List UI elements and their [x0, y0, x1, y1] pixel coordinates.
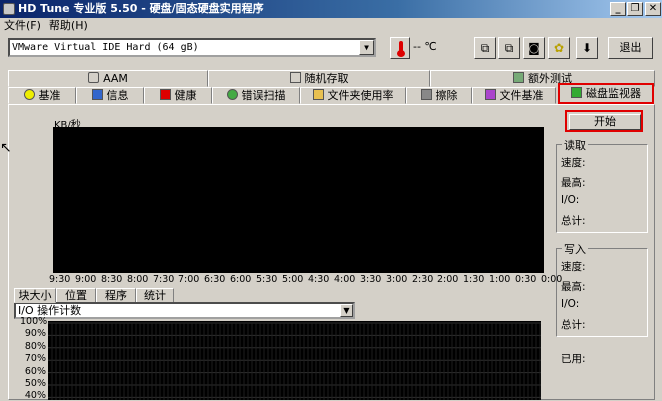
- temperature-value: -- ℃: [413, 40, 437, 53]
- drive-select[interactable]: VMware Virtual IDE Hard (64 gB) ▼: [8, 38, 376, 57]
- restore-button[interactable]: ❐: [627, 2, 643, 16]
- x-tick-label: 4:30: [308, 274, 330, 285]
- menu-help[interactable]: 帮助(H): [45, 18, 92, 34]
- x-tick-label: 0:30: [515, 274, 537, 285]
- subtab-statistics[interactable]: 统计: [136, 288, 174, 303]
- tab-info[interactable]: 信息: [76, 87, 144, 104]
- chevron-down-icon[interactable]: ▼: [340, 304, 353, 317]
- copy-screenshot-button[interactable]: ⧉: [498, 37, 520, 59]
- write-io-label: I/O:: [561, 298, 580, 310]
- subtab-block-size[interactable]: 块大小: [14, 288, 56, 303]
- menu-bar: 文件(F) 帮助(H): [0, 18, 662, 34]
- minimize-button[interactable]: _: [610, 2, 626, 16]
- x-tick-label: 4:00: [334, 274, 356, 285]
- read-group: 读取 速度: 最高: I/O: 总计:: [556, 137, 648, 233]
- x-tick-label: 6:00: [230, 274, 252, 285]
- erase-icon: [420, 89, 432, 100]
- x-tick-label: 8:00: [127, 274, 149, 285]
- camera-icon: ◙: [528, 41, 540, 55]
- x-tick-label: 7:30: [153, 274, 175, 285]
- down-arrow-icon: ⬇: [581, 41, 593, 55]
- throughput-chart: [53, 127, 544, 273]
- options-button[interactable]: ✿: [548, 37, 570, 59]
- drive-select-value: VMware Virtual IDE Hard (64 gB): [12, 42, 199, 53]
- write-total-label: 总计:: [561, 319, 586, 331]
- x-tick-label: 6:30: [204, 274, 226, 285]
- read-io-label: I/O:: [561, 194, 580, 206]
- x-tick-label: 5:00: [282, 274, 304, 285]
- tab-error-scan[interactable]: 错误扫描: [212, 87, 300, 104]
- tab-folder-usage[interactable]: 文件夹使用率: [300, 87, 406, 104]
- tab-benchmark[interactable]: 基准: [8, 87, 76, 104]
- save-button[interactable]: ⬇: [576, 37, 598, 59]
- y-tick-label: 80%: [24, 341, 46, 352]
- screenshot-button[interactable]: ◙: [523, 37, 545, 59]
- disk-monitor-icon: [571, 87, 582, 98]
- copy-icon: ⧉: [480, 41, 490, 55]
- read-speed-label: 速度:: [561, 157, 586, 169]
- x-tick-label: 3:30: [360, 274, 382, 285]
- close-button[interactable]: ✕: [645, 2, 661, 16]
- start-button-highlight: 开始: [565, 110, 643, 132]
- info-icon: [91, 89, 103, 100]
- speaker-icon: [88, 72, 100, 83]
- random-access-icon: [289, 72, 301, 83]
- io-count-chart: [48, 321, 541, 400]
- app-icon: [3, 3, 15, 15]
- x-tick-label: 2:30: [412, 274, 434, 285]
- extra-tests-icon: [513, 72, 524, 83]
- read-max-label: 最高:: [561, 177, 586, 189]
- y-tick-label: 70%: [24, 353, 46, 364]
- x-tick-label: 9:00: [75, 274, 97, 285]
- subtab-position[interactable]: 位置: [56, 288, 96, 303]
- copy-all-icon: ⧉: [504, 41, 514, 55]
- x-tick-label: 7:00: [178, 274, 200, 285]
- x-tick-label: 8:30: [101, 274, 123, 285]
- mouse-pointer-icon: ↖: [0, 140, 12, 156]
- tab-file-benchmark[interactable]: 文件基准: [472, 87, 556, 104]
- tab-health[interactable]: 健康: [144, 87, 212, 104]
- error-scan-icon: [226, 89, 238, 100]
- exit-button[interactable]: 退出: [608, 37, 653, 59]
- folder-icon: [312, 89, 324, 100]
- y-tick-label: 40%: [24, 390, 46, 401]
- benchmark-icon: [23, 89, 35, 100]
- health-icon: [159, 89, 171, 100]
- x-tick-label: 5:30: [256, 274, 278, 285]
- menu-file[interactable]: 文件(F): [0, 18, 45, 34]
- write-group: 写入 速度: 最高: I/O: 总计:: [556, 241, 648, 337]
- tab-row-bottom: 基准 信息 健康 错误扫描 文件夹使用率 擦除 文件基准 磁盘监视器: [8, 83, 655, 104]
- y-tick-label: 50%: [24, 378, 46, 389]
- x-tick-label: 3:00: [386, 274, 408, 285]
- x-tick-label: 9:30: [49, 274, 71, 285]
- write-max-label: 最高:: [561, 281, 586, 293]
- options-icon: ✿: [553, 41, 565, 55]
- read-total-label: 总计:: [561, 215, 586, 227]
- y-tick-label: 100%: [20, 316, 48, 327]
- x-tick-label: 2:00: [437, 274, 459, 285]
- read-group-title: 读取: [562, 137, 588, 153]
- chevron-down-icon[interactable]: ▼: [359, 40, 374, 55]
- tab-disk-monitor[interactable]: 磁盘监视器: [558, 83, 654, 104]
- subtab-program[interactable]: 程序: [96, 288, 136, 303]
- y-tick-label: 90%: [24, 328, 46, 339]
- tab-erase[interactable]: 擦除: [406, 87, 472, 104]
- tab-aam[interactable]: AAM: [8, 70, 208, 87]
- y-tick-label: 60%: [24, 366, 46, 377]
- file-benchmark-icon: [484, 89, 496, 100]
- x-tick-label: 1:30: [463, 274, 485, 285]
- used-label: 已用:: [561, 353, 586, 365]
- start-button[interactable]: 开始: [569, 114, 641, 130]
- window-title: HD Tune 专业版 5.50 - 硬盘/固态硬盘实用程序: [18, 2, 264, 15]
- write-group-title: 写入: [562, 241, 588, 257]
- copy-info-button[interactable]: ⧉: [474, 37, 496, 59]
- tab-random-access[interactable]: 随机存取: [208, 70, 430, 87]
- write-speed-label: 速度:: [561, 261, 586, 273]
- x-tick-label: 1:00: [489, 274, 511, 285]
- thermometer-icon: [390, 37, 410, 59]
- title-bar: HD Tune 专业版 5.50 - 硬盘/固态硬盘实用程序: [0, 0, 662, 18]
- io-metric-select[interactable]: I/O 操作计数 ▼: [14, 302, 355, 319]
